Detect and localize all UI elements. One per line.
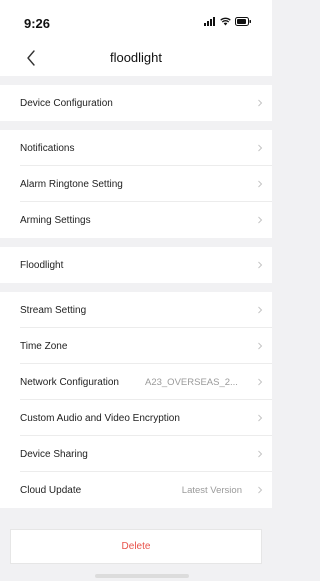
row-label: Notifications xyxy=(20,142,75,154)
settings-group-floodlight: Floodlight xyxy=(0,247,272,283)
status-bar: 9:26 xyxy=(0,0,272,38)
wifi-icon xyxy=(220,17,231,26)
chevron-right-icon xyxy=(258,144,263,152)
row-label: Device Configuration xyxy=(20,97,113,109)
row-custom-audio-video-encryption[interactable]: Custom Audio and Video Encryption xyxy=(0,400,272,436)
row-alarm-ringtone-setting[interactable]: Alarm Ringtone Setting xyxy=(0,166,272,202)
row-notifications[interactable]: Notifications xyxy=(0,130,272,166)
network-ssid-value: A23_OVERSEAS_2... xyxy=(145,376,238,388)
row-label: Time Zone xyxy=(20,340,68,352)
firmware-status-value: Latest Version xyxy=(181,484,242,496)
page-title: floodlight xyxy=(109,50,163,65)
row-label: Cloud Update xyxy=(20,484,82,496)
screen: 9:26 floodlight Device Configuration Not… xyxy=(0,0,272,581)
settings-group-device: Device Configuration xyxy=(0,85,272,121)
row-label: Network Configuration xyxy=(20,376,119,388)
row-label: Alarm Ringtone Setting xyxy=(20,178,123,190)
delete-section: Delete xyxy=(0,529,272,564)
chevron-right-icon xyxy=(258,216,263,224)
chevron-right-icon xyxy=(258,450,263,458)
status-icons xyxy=(204,17,252,26)
signal-icon xyxy=(204,17,215,26)
chevron-right-icon xyxy=(258,180,263,188)
row-time-zone[interactable]: Time Zone xyxy=(0,328,272,364)
nav-bar: floodlight xyxy=(0,38,272,76)
chevron-right-icon xyxy=(258,306,263,314)
chevron-right-icon xyxy=(258,378,263,386)
chevron-right-icon xyxy=(258,486,263,494)
chevron-right-icon xyxy=(258,261,263,269)
settings-group-alerts: Notifications Alarm Ringtone Setting Arm… xyxy=(0,130,272,238)
row-network-configuration[interactable]: Network Configuration A23_OVERSEAS_2... xyxy=(0,364,272,400)
row-label: Floodlight xyxy=(20,259,64,271)
row-device-configuration[interactable]: Device Configuration xyxy=(0,85,272,121)
settings-group-system: Stream Setting Time Zone Network Configu… xyxy=(0,292,272,508)
top-bar: 9:26 floodlight xyxy=(0,0,272,76)
row-floodlight[interactable]: Floodlight xyxy=(0,247,272,283)
row-label: Custom Audio and Video Encryption xyxy=(20,412,180,424)
status-time: 9:26 xyxy=(24,16,51,31)
row-label: Device Sharing xyxy=(20,448,88,460)
chevron-right-icon xyxy=(258,342,263,350)
chevron-right-icon xyxy=(258,414,263,422)
row-cloud-update[interactable]: Cloud Update Latest Version xyxy=(0,472,272,508)
row-device-sharing[interactable]: Device Sharing xyxy=(0,436,272,472)
row-label: Stream Setting xyxy=(20,304,87,316)
row-arming-settings[interactable]: Arming Settings xyxy=(0,202,272,238)
row-stream-setting[interactable]: Stream Setting xyxy=(0,292,272,328)
delete-button[interactable]: Delete xyxy=(10,529,262,564)
chevron-right-icon xyxy=(258,99,263,107)
battery-icon xyxy=(235,17,251,26)
row-label: Arming Settings xyxy=(20,214,91,226)
home-indicator xyxy=(95,574,189,578)
